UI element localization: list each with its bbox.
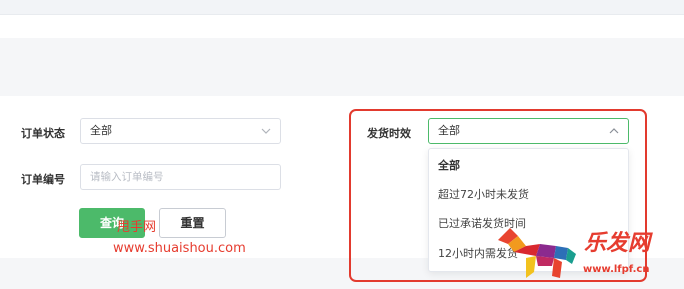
watermark-left-url: www.shuaishou.com — [113, 241, 246, 256]
header-band — [0, 38, 684, 96]
reset-button[interactable]: 重置 — [159, 208, 226, 238]
order-status-label: 订单状态 — [21, 127, 65, 140]
top-bar — [0, 0, 684, 15]
order-status-value: 全部 — [90, 124, 112, 137]
watermark-right-url: www.lfpf.cn — [583, 264, 650, 275]
order-no-placeholder: 请输入订单编号 — [90, 171, 164, 183]
chevron-down-icon — [261, 119, 271, 143]
order-status-select[interactable]: 全部 — [80, 118, 281, 144]
watermark-right-text: 乐发网 — [584, 231, 651, 256]
order-no-input[interactable]: 请输入订单编号 — [80, 164, 281, 190]
order-no-label: 订单编号 — [21, 173, 65, 186]
watermark-left-text: 甩手网 — [117, 220, 157, 235]
bull-logo-icon — [496, 222, 578, 282]
